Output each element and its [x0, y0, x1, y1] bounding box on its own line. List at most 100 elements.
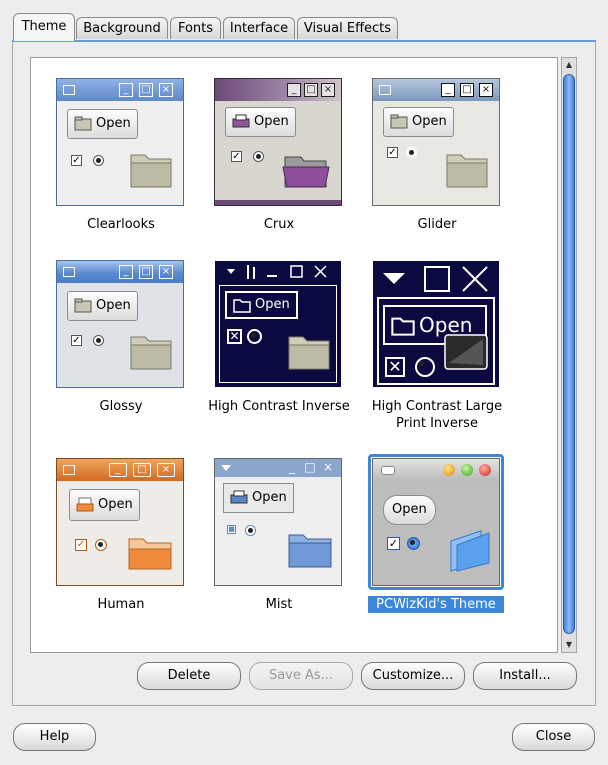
theme-label-glossy[interactable]: Glossy	[41, 398, 201, 415]
minimize-icon: _	[119, 265, 133, 279]
maximize-icon: □	[139, 265, 153, 279]
titlebar: _ □ ×	[215, 459, 341, 477]
scroll-up-icon[interactable]: ▲	[562, 58, 576, 72]
vertical-scrollbar[interactable]: ▲ ▼	[561, 57, 577, 653]
open-button: Open	[69, 489, 140, 521]
open-label: Open	[96, 298, 131, 313]
folder-icon	[288, 336, 330, 370]
theme-label-pcwizkids-theme[interactable]: PCWizKid's Theme	[368, 596, 504, 613]
help-button[interactable]: Help	[13, 723, 96, 751]
folder-icon	[74, 116, 92, 131]
install-button[interactable]: Install...	[473, 662, 577, 690]
theme-preview-high-contrast-inverse[interactable]: Open ✕	[214, 260, 342, 388]
titlebar: _ □ ×	[57, 459, 183, 481]
open-label: Open	[254, 114, 289, 129]
checkbox-icon: ■	[227, 525, 236, 534]
printer-icon	[232, 114, 250, 128]
theme-preview-glider[interactable]: _ □ × Open ✓	[372, 78, 500, 206]
tab-underline	[12, 40, 596, 42]
theme-preview-pcwizkids-theme[interactable]: Open ✓	[372, 458, 500, 586]
checkbox-icon: ✓	[71, 155, 82, 166]
checkbox-icon: ✓	[387, 147, 398, 158]
customize-button[interactable]: Customize...	[361, 662, 465, 690]
delete-button[interactable]: Delete	[137, 662, 241, 690]
close-icon: ×	[321, 83, 335, 97]
document-icon	[76, 497, 94, 512]
tab-visual-effects[interactable]: Visual Effects	[297, 17, 398, 39]
close-icon: ×	[159, 83, 173, 97]
maximize-icon: □	[460, 83, 474, 97]
titlebar: _ □ ×	[215, 79, 341, 101]
theme-label-crux[interactable]: Crux	[199, 216, 359, 233]
titlebar: _ □ ×	[373, 79, 499, 101]
menu-icon	[221, 465, 231, 471]
theme-label-clearlooks[interactable]: Clearlooks	[41, 216, 201, 233]
radio-icon	[93, 155, 104, 166]
maximize-icon: □	[133, 463, 151, 477]
folder-icon	[390, 114, 408, 129]
titlebar	[383, 266, 488, 292]
theme-label-high-contrast-inverse[interactable]: High Contrast Inverse	[199, 398, 359, 415]
open-label: Open	[255, 297, 290, 312]
minimize-icon: _	[287, 83, 301, 97]
open-button: Open	[383, 107, 454, 137]
open-button: Open	[383, 495, 436, 525]
theme-label-mist[interactable]: Mist	[199, 596, 359, 613]
tab-interface[interactable]: Interface	[223, 17, 295, 39]
tab-background[interactable]: Background	[76, 17, 168, 39]
radio-icon	[93, 335, 104, 346]
theme-label-human[interactable]: Human	[41, 596, 201, 613]
checkbox-icon: ✓	[71, 335, 82, 346]
theme-label-glider[interactable]: Glider	[357, 216, 517, 233]
window-icon	[381, 466, 395, 475]
theme-preview-human[interactable]: _ □ × Open ✓	[56, 458, 184, 586]
titlebar	[227, 265, 327, 279]
folder-icon	[128, 538, 172, 570]
window-icon	[63, 267, 75, 277]
open-button: Open	[67, 109, 138, 139]
scroll-down-icon[interactable]: ▼	[562, 638, 576, 652]
theme-preview-crux[interactable]: _ □ × Open ✓	[214, 78, 342, 206]
minimize-icon: _	[119, 83, 133, 97]
minimize-icon: _	[289, 460, 295, 474]
theme-preview-clearlooks[interactable]: _ □ × Open ✓	[56, 78, 184, 206]
printer-icon	[230, 490, 248, 504]
folder-icon	[446, 154, 488, 188]
folder-icon	[130, 154, 172, 188]
checkbox-icon: ✕	[227, 329, 242, 344]
open-label: Open	[98, 497, 133, 512]
theme-preview-mist[interactable]: _ □ × Open ■	[214, 458, 342, 586]
theme-label-high-contrast-large-print-inverse[interactable]: High Contrast Large Print Inverse	[357, 398, 517, 432]
radio-icon	[95, 539, 107, 551]
folder-icon	[74, 298, 92, 313]
tab-theme[interactable]: Theme	[13, 13, 75, 41]
folder-icon	[288, 534, 332, 568]
minimize-icon: _	[109, 463, 127, 477]
minimize-icon: _	[441, 83, 455, 97]
radio-icon	[245, 525, 256, 536]
checkbox-icon: ✓	[231, 151, 242, 162]
close-button[interactable]: Close	[512, 723, 595, 751]
theme-preview-glossy[interactable]: _ □ × Open ✓	[56, 260, 184, 388]
save-as-button[interactable]: Save As...	[249, 662, 353, 690]
radio-icon	[407, 537, 420, 550]
window-icon	[63, 85, 75, 95]
titlebar	[373, 459, 499, 481]
tab-fonts[interactable]: Fonts	[170, 17, 221, 39]
radio-icon	[253, 151, 264, 162]
theme-list[interactable]: _ □ × Open ✓ Clearlooks _ □ × Open ✓ Cru…	[30, 57, 558, 653]
titlebar: _ □ ×	[57, 79, 183, 101]
open-label: Open	[96, 116, 131, 131]
open-label: Open	[252, 490, 287, 505]
checkbox-icon: ✓	[387, 537, 400, 550]
close-icon	[479, 464, 491, 476]
open-button: Open	[225, 291, 298, 319]
radio-icon	[247, 329, 262, 344]
minimize-icon	[443, 464, 455, 476]
theme-preview-high-contrast-large-print-inverse[interactable]: Open ✕	[372, 260, 500, 388]
scroll-thumb[interactable]	[563, 74, 575, 634]
radio-icon	[406, 147, 417, 158]
close-icon: ×	[479, 83, 493, 97]
maximize-icon: □	[139, 83, 153, 97]
open-button: Open	[67, 291, 138, 321]
